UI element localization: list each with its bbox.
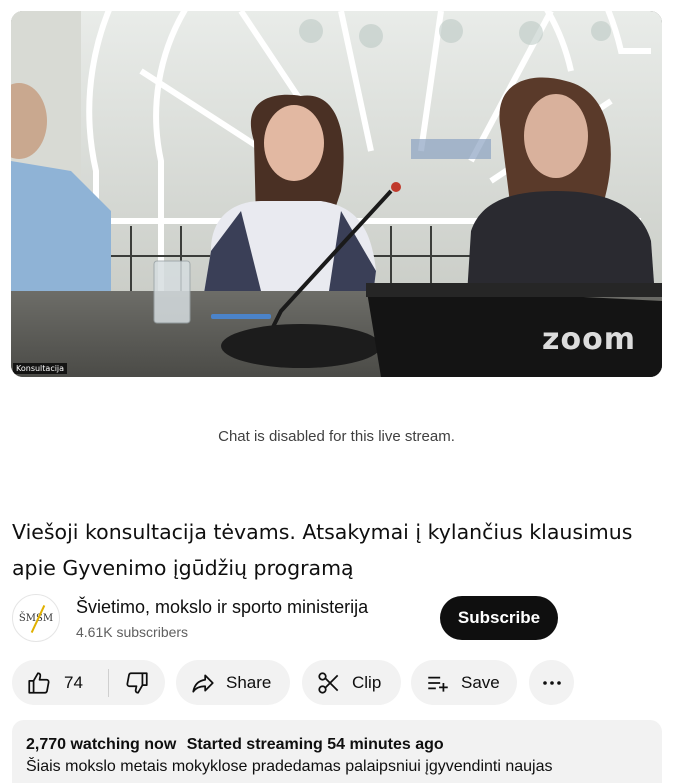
chat-disabled-message: Chat is disabled for this live stream. bbox=[218, 428, 455, 445]
video-overlay-label: Konsultacija bbox=[13, 363, 68, 374]
zoom-watermark: zoom bbox=[542, 322, 636, 357]
description-meta: 2,770 watching now Started streaming 54 … bbox=[26, 736, 648, 754]
channel-avatar[interactable]: ŠMSM bbox=[12, 594, 60, 642]
playlist-add-icon bbox=[428, 676, 448, 692]
channel-name[interactable]: Švietimo, mokslo ir sporto ministerija bbox=[76, 597, 368, 618]
like-button[interactable]: 74 bbox=[12, 660, 108, 705]
clip-label: Clip bbox=[352, 672, 382, 692]
thumb-down-icon bbox=[126, 671, 148, 694]
video-player[interactable]: Konsultacija zoom bbox=[11, 11, 662, 377]
video-title: Viešoji konsultacija tėvams. Atsakymai į… bbox=[12, 520, 633, 580]
subscribe-button[interactable]: Subscribe bbox=[440, 596, 558, 640]
watching-count: 2,770 watching now bbox=[26, 736, 177, 753]
description-box[interactable]: 2,770 watching now Started streaming 54 … bbox=[12, 720, 662, 783]
save-label: Save bbox=[461, 672, 500, 692]
description-text: Šiais mokslo metais mokyklose pradedamas… bbox=[26, 758, 553, 775]
channel-row: ŠMSM Švietimo, mokslo ir sporto minister… bbox=[12, 592, 664, 644]
action-bar: 74 Share Clip Save bbox=[12, 660, 672, 706]
more-horizontal-icon bbox=[542, 680, 561, 685]
share-arrow-icon bbox=[192, 674, 214, 693]
scissors-icon bbox=[318, 671, 339, 694]
more-actions-button[interactable] bbox=[529, 660, 574, 705]
like-dislike-group: 74 bbox=[12, 660, 165, 705]
share-label: Share bbox=[226, 672, 272, 692]
share-button[interactable]: Share bbox=[176, 660, 290, 705]
dislike-button[interactable] bbox=[109, 660, 165, 705]
clip-button[interactable]: Clip bbox=[302, 660, 401, 705]
thumb-up-icon bbox=[28, 671, 50, 694]
subscriber-count: 4.61K subscribers bbox=[76, 624, 189, 640]
like-count: 74 bbox=[64, 672, 83, 692]
stream-started: Started streaming 54 minutes ago bbox=[186, 736, 444, 753]
save-button[interactable]: Save bbox=[411, 660, 517, 705]
